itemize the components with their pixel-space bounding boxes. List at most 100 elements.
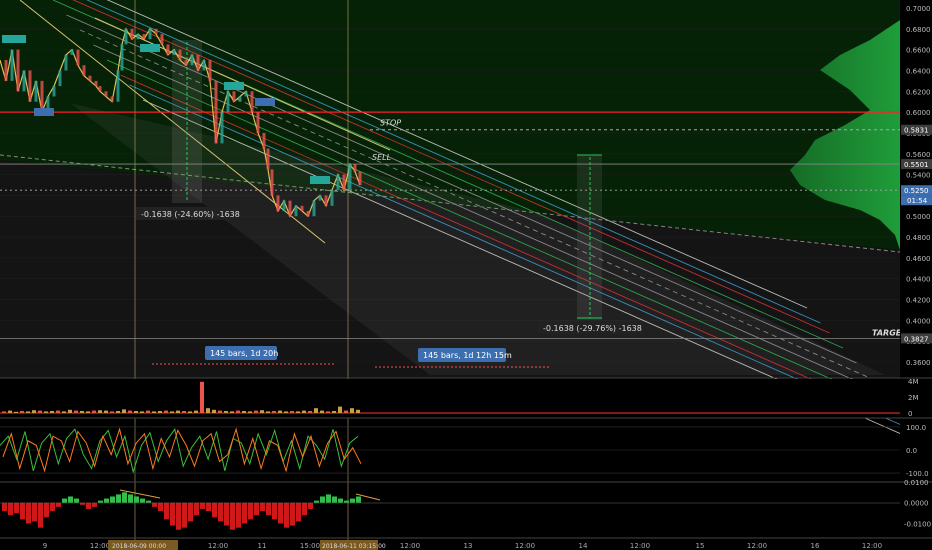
candle xyxy=(76,49,80,66)
volume-bar xyxy=(326,411,330,413)
volume-bar xyxy=(98,410,102,413)
volume-bar xyxy=(242,411,246,413)
histogram-bar xyxy=(14,502,19,514)
candle xyxy=(288,200,292,217)
histogram-bar xyxy=(278,502,283,524)
histogram-bar xyxy=(68,496,73,503)
time-tick-label: 15:00 xyxy=(300,542,320,550)
volume-bar xyxy=(332,411,336,413)
volume-bar xyxy=(38,410,42,413)
histogram-bar xyxy=(224,502,229,526)
candle xyxy=(202,60,206,71)
histogram-bar xyxy=(296,502,301,522)
volume-bar xyxy=(290,411,294,413)
histogram-bar xyxy=(176,502,181,530)
signal-marker xyxy=(224,82,244,90)
histogram-bars xyxy=(2,492,361,530)
histogram-bar xyxy=(332,496,337,503)
stop-label: STOP xyxy=(380,119,401,128)
candle xyxy=(238,96,242,102)
volume-bar xyxy=(338,406,342,413)
candle xyxy=(266,148,270,170)
volume-bar xyxy=(104,410,108,413)
candle xyxy=(88,75,92,81)
histogram-tick-label: 0.0100 xyxy=(904,479,929,487)
volume-bar xyxy=(176,410,180,413)
candle xyxy=(124,28,128,45)
candle xyxy=(348,164,352,191)
bar-count-label-1: 145 bars, 1d 20h xyxy=(210,349,278,358)
time-tick-label: 12:00 xyxy=(515,542,535,550)
time-tick-label: 12:00 xyxy=(747,542,767,550)
candle xyxy=(4,60,8,81)
volume-bar xyxy=(164,410,168,413)
histogram-bar xyxy=(302,502,307,516)
histogram-bar xyxy=(254,502,259,516)
histogram-bar xyxy=(356,496,361,503)
price-tick-label: 0.6400 xyxy=(906,67,931,75)
time-tick-label: 12:00 xyxy=(630,542,650,550)
volume-bar xyxy=(284,411,288,413)
volume-bar xyxy=(2,411,6,413)
oscillator-tick-label: 100.0 xyxy=(906,424,926,432)
measure-label-1: -0.1638 (-24.60%) -1638 xyxy=(141,210,240,219)
candle xyxy=(318,195,322,201)
volume-bar xyxy=(62,411,66,413)
histogram-bar xyxy=(206,502,211,512)
time-axis[interactable]: 9 12:00 12:00 11 15:00 12:00 13 12:00 14 12:00 15 1… xyxy=(43,540,882,550)
histogram-bar xyxy=(98,500,103,503)
volume-bar xyxy=(356,409,360,413)
volume-bar xyxy=(344,410,348,413)
volume-tick-label: 0 xyxy=(908,410,912,418)
price-tick-label: 0.6000 xyxy=(906,109,931,117)
candle xyxy=(306,211,310,217)
candle xyxy=(58,70,62,87)
price-tick-label: 0.5000 xyxy=(906,213,931,221)
histogram-bar xyxy=(104,498,109,503)
histogram-bar xyxy=(314,500,319,503)
candle xyxy=(262,132,266,149)
oscillator-green-line[interactable] xyxy=(0,428,359,474)
volume-bar xyxy=(92,410,96,413)
candle xyxy=(166,44,170,55)
candle xyxy=(142,34,146,40)
volume-bar xyxy=(26,411,30,413)
time-tick-label: 11 xyxy=(258,542,267,550)
signal-marker xyxy=(140,44,160,52)
volume-bar xyxy=(314,408,318,413)
candle xyxy=(40,80,44,113)
histogram-bar xyxy=(284,502,289,528)
candle xyxy=(184,60,188,66)
price-tick-label: 0.4000 xyxy=(906,317,931,325)
candle xyxy=(300,205,304,212)
candle xyxy=(282,200,286,212)
chart-svg[interactable]: STOP SELL TARGET -0.1638 (-24.60%) -1638… xyxy=(0,0,932,550)
candle xyxy=(336,174,340,191)
oscillator-tick-label: -100.0 xyxy=(906,470,929,478)
time-tick-label: 15 xyxy=(696,542,705,550)
candle xyxy=(116,70,120,102)
candle xyxy=(120,44,124,71)
histogram-bar xyxy=(158,502,163,512)
histogram-bar xyxy=(308,502,313,509)
candle xyxy=(64,54,68,71)
histogram-bar xyxy=(8,502,13,516)
histogram-bar xyxy=(2,502,7,512)
histogram-axis: 0.0100 0.0000 -0.0100 xyxy=(904,479,931,529)
histogram-bar xyxy=(110,496,115,503)
sell-label: SELL xyxy=(372,153,391,162)
price-tick-label: 0.4800 xyxy=(906,234,931,242)
signal-marker xyxy=(34,108,54,116)
candle xyxy=(190,54,194,66)
histogram-bar xyxy=(116,494,121,503)
candle xyxy=(110,96,114,102)
histogram-bar xyxy=(92,502,97,507)
volume-bar xyxy=(194,410,198,413)
candle xyxy=(312,200,316,217)
candle xyxy=(16,49,20,92)
volume-bar xyxy=(206,408,210,413)
candle xyxy=(10,49,14,81)
candle xyxy=(130,28,134,40)
time-highlight-label: 2018-06-11 03:15:00 xyxy=(322,543,386,550)
volume-bar xyxy=(212,409,216,413)
